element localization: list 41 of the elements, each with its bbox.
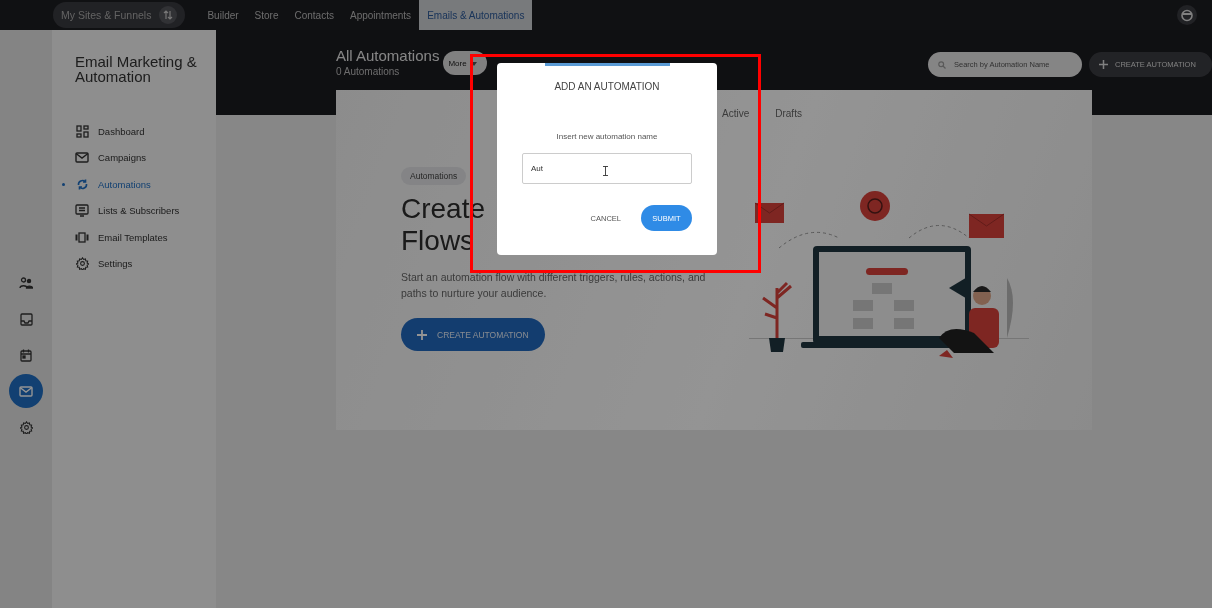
filter-tab[interactable]: Drafts — [775, 107, 802, 120]
create-automation-button[interactable]: CREATE AUTOMATION — [401, 318, 545, 351]
automation-count: 0 Automations — [336, 66, 401, 77]
nav-tab[interactable]: Emails & Automations — [419, 0, 533, 30]
inbox-icon[interactable] — [19, 312, 33, 326]
avatar-icon[interactable] — [1177, 5, 1197, 25]
sidebar-title: Email Marketing & Automation — [75, 54, 198, 84]
list-icon — [75, 204, 89, 218]
mail-icon — [75, 152, 89, 164]
section-tag: Automations — [401, 167, 467, 185]
sidebar-item[interactable]: Campaigns — [98, 152, 147, 164]
calendar-icon[interactable] — [20, 348, 32, 362]
more-button[interactable]: More — [443, 51, 487, 75]
sidebar-item[interactable]: Email Templates — [98, 231, 168, 243]
settings-icon — [75, 257, 89, 271]
plus-icon — [1099, 60, 1108, 69]
filter-tab[interactable]: Active — [722, 107, 750, 120]
templates-icon — [75, 231, 89, 243]
nav-tab[interactable]: Contacts — [286, 0, 342, 30]
sidebar-item[interactable]: Lists & Subscribers — [98, 205, 180, 217]
site-switcher[interactable]: My Sites & Funnels — [53, 2, 186, 28]
sidebar-item[interactable]: Settings — [98, 258, 133, 270]
page-title: All Automations — [336, 48, 440, 64]
plus-icon — [417, 329, 427, 340]
settings-icon[interactable] — [19, 420, 33, 434]
text-cursor-icon — [603, 166, 608, 176]
sidebar-item[interactable]: Dashboard — [98, 125, 145, 137]
caret-icon — [470, 61, 477, 66]
swap-icon — [159, 6, 178, 24]
people-icon[interactable] — [19, 277, 33, 289]
field-label: Insert new automation name — [556, 132, 658, 141]
search-icon — [938, 60, 946, 69]
dialog-title: ADD AN AUTOMATION — [554, 81, 660, 92]
sidebar-item[interactable]: Automations — [98, 178, 151, 190]
sync-icon — [75, 177, 89, 191]
nav-tab[interactable]: Store — [246, 0, 287, 30]
automation-name-field[interactable]: Aut — [522, 153, 692, 184]
dashboard-icon — [75, 124, 89, 138]
nav-tab[interactable]: Builder — [199, 0, 247, 30]
mail-icon[interactable] — [19, 385, 33, 397]
hero-description: Start an automation flow with different triggers, rules, actions, and paths to nurture your audience. — [401, 270, 707, 301]
